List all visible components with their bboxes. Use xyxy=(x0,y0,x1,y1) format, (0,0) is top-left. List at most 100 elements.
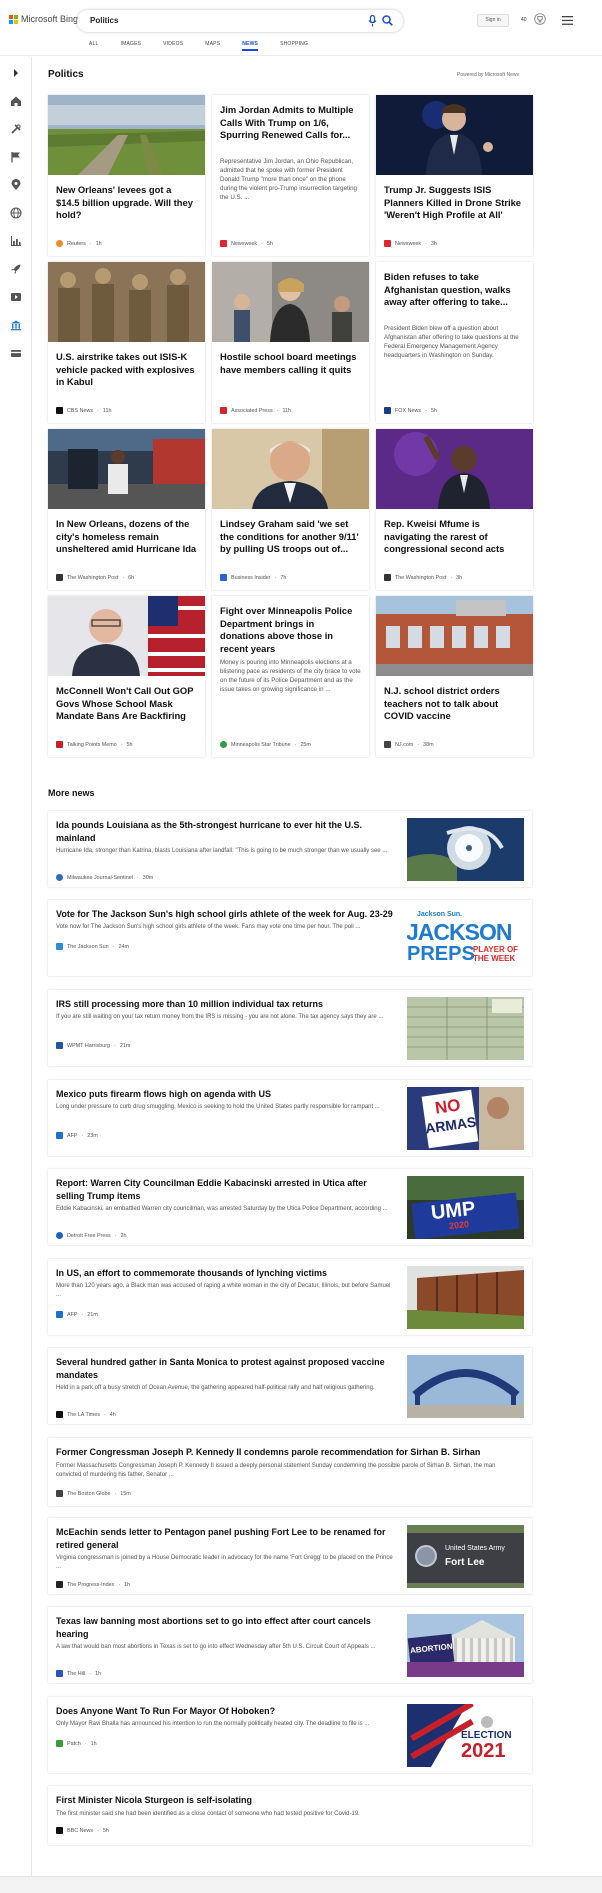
card-title[interactable]: Fight over Minneapolis Police Department… xyxy=(220,605,361,655)
item-title[interactable]: First Minister Nicola Sturgeon is self-i… xyxy=(56,1794,516,1807)
news-card[interactable]: New Orleans' levees got a $14.5 billion … xyxy=(48,95,205,256)
news-card[interactable]: Lindsey Graham said 'we set the conditio… xyxy=(212,429,369,590)
globe-icon[interactable] xyxy=(10,207,22,219)
item-title[interactable]: Former Congressman Joseph P. Kennedy II … xyxy=(56,1446,516,1459)
item-description: Held in a park off a busy stretch of Oce… xyxy=(56,1385,375,1391)
search-box[interactable]: Politics xyxy=(77,10,403,32)
card-title[interactable]: Lindsey Graham said 'we set the conditio… xyxy=(220,518,361,556)
microphone-icon[interactable] xyxy=(368,15,377,27)
news-card[interactable]: In New Orleans, dozens of the city's hom… xyxy=(48,429,205,590)
menu-icon[interactable] xyxy=(562,16,573,25)
card-source[interactable]: Minneapolis Star Tribune · 25m xyxy=(220,741,311,748)
news-card[interactable]: Jim Jordan Admits to Multiple Calls With… xyxy=(212,95,369,256)
tab-images[interactable]: IMAGES xyxy=(121,41,142,54)
news-card[interactable]: U.S. airstrike takes out ISIS-K vehicle … xyxy=(48,262,205,423)
memorial-image xyxy=(407,1266,524,1329)
item-title[interactable]: Texas law banning most abortions set to … xyxy=(56,1615,396,1641)
news-card[interactable]: Rep. Kweisi Mfume is navigating the rare… xyxy=(376,429,533,590)
location-icon[interactable] xyxy=(10,179,22,191)
tab-shopping[interactable]: SHOPPING xyxy=(280,41,308,54)
card-title[interactable]: In New Orleans, dozens of the city's hom… xyxy=(56,518,197,556)
item-title[interactable]: Vote for The Jackson Sun's high school g… xyxy=(56,908,396,921)
tab-videos[interactable]: VIDEOS xyxy=(163,41,183,54)
card-source[interactable]: The Washington Post · 6h xyxy=(56,574,134,581)
card-source[interactable]: Associated Press · 11h xyxy=(220,407,291,414)
card-source[interactable]: NJ.com · 38m xyxy=(384,741,434,748)
news-list-item[interactable]: IRS still processing more than 10 millio… xyxy=(48,990,532,1066)
item-source[interactable]: The Jackson Sun · 24m xyxy=(56,943,129,950)
card-source[interactable]: Reuters · 1h xyxy=(56,240,102,247)
news-list-item[interactable]: Former Congressman Joseph P. Kennedy II … xyxy=(48,1438,532,1506)
flag-icon[interactable] xyxy=(10,151,22,163)
item-source[interactable]: The Progress-Index · 1h xyxy=(56,1581,130,1588)
card-source[interactable]: CBS News · 11h xyxy=(56,407,111,414)
item-title[interactable]: Several hundred gather in Santa Monica t… xyxy=(56,1356,396,1382)
tab-all[interactable]: ALL xyxy=(89,41,99,54)
card-title[interactable]: N.J. school district orders teachers not… xyxy=(384,685,525,723)
news-list-item[interactable]: Mexico puts firearm flows high on agenda… xyxy=(48,1080,532,1156)
item-title[interactable]: In US, an effort to commemorate thousand… xyxy=(56,1267,396,1280)
news-list-item[interactable]: In US, an effort to commemorate thousand… xyxy=(48,1259,532,1335)
bing-logo[interactable]: Microsoft Bing xyxy=(9,14,78,24)
news-list-item[interactable]: McEachin sends letter to Pentagon panel … xyxy=(48,1518,532,1594)
news-list-item[interactable]: Does Anyone Want To Run For Mayor Of Hob… xyxy=(48,1697,532,1773)
search-icon[interactable] xyxy=(382,15,393,26)
card-source[interactable]: Newsweek · 5h xyxy=(220,240,273,247)
card-source[interactable]: Talking Points Memo · 5h xyxy=(56,741,133,748)
item-source[interactable]: AFP · 21m xyxy=(56,1311,98,1318)
news-list-item[interactable]: Ida pounds Louisiana as the 5th-stronges… xyxy=(48,811,532,887)
card-source[interactable]: The Washington Post · 3h xyxy=(384,574,462,581)
item-title[interactable]: Mexico puts firearm flows high on agenda… xyxy=(56,1088,396,1101)
news-card[interactable]: Hostile school board meetings have membe… xyxy=(212,262,369,423)
card-source[interactable]: Business Insider · 7h xyxy=(220,574,286,581)
item-source[interactable]: Milwaukee Journal-Sentinel · 30m xyxy=(56,874,153,881)
item-source[interactable]: WPMT Harrisburg · 21m xyxy=(56,1042,130,1049)
chevron-right-icon[interactable] xyxy=(10,67,22,79)
card-title[interactable]: Trump Jr. Suggests ISIS Planners Killed … xyxy=(384,184,525,222)
rewards-points[interactable]: 40 xyxy=(521,17,527,23)
tab-maps[interactable]: MAPS xyxy=(205,41,220,54)
news-card[interactable]: Trump Jr. Suggests ISIS Planners Killed … xyxy=(376,95,533,256)
card-title[interactable]: New Orleans' levees got a $14.5 billion … xyxy=(56,184,197,222)
news-list-item[interactable]: Several hundred gather in Santa Monica t… xyxy=(48,1348,532,1424)
wallet-icon[interactable] xyxy=(10,347,22,359)
rocket-icon[interactable] xyxy=(10,263,22,275)
tools-icon[interactable] xyxy=(10,123,22,135)
sign-in-button[interactable]: Sign in xyxy=(477,14,509,27)
film-icon[interactable] xyxy=(10,291,22,303)
item-title[interactable]: Ida pounds Louisiana as the 5th-stronges… xyxy=(56,819,396,845)
card-source[interactable]: Newsweek · 3h xyxy=(384,240,437,247)
card-title[interactable]: Rep. Kweisi Mfume is navigating the rare… xyxy=(384,518,525,556)
bank-icon[interactable] xyxy=(10,319,22,331)
rewards-trophy-icon[interactable] xyxy=(534,13,546,25)
item-source[interactable]: The Boston Globe · 15m xyxy=(56,1490,131,1497)
news-list-item[interactable]: First Minister Nicola Sturgeon is self-i… xyxy=(48,1786,532,1845)
news-list-item[interactable]: Vote for The Jackson Sun's high school g… xyxy=(48,900,532,976)
item-source[interactable]: BBC News · 5h xyxy=(56,1827,109,1834)
search-query[interactable]: Politics xyxy=(90,16,118,25)
news-card[interactable]: Biden refuses to take Afghanistan questi… xyxy=(376,262,533,423)
item-source[interactable]: The Hill · 1h xyxy=(56,1670,101,1677)
card-title[interactable]: Hostile school board meetings have membe… xyxy=(220,351,361,376)
chart-icon[interactable] xyxy=(10,235,22,247)
card-title[interactable]: U.S. airstrike takes out ISIS-K vehicle … xyxy=(56,351,197,389)
item-title[interactable]: Report: Warren City Councilman Eddie Kab… xyxy=(56,1177,396,1203)
card-title[interactable]: McConnell Won't Call Out GOP Govs Whose … xyxy=(56,685,197,723)
home-icon[interactable] xyxy=(10,95,22,107)
news-list-item[interactable]: Report: Warren City Councilman Eddie Kab… xyxy=(48,1169,532,1245)
card-title[interactable]: Biden refuses to take Afghanistan questi… xyxy=(384,271,525,309)
card-title[interactable]: Jim Jordan Admits to Multiple Calls With… xyxy=(220,104,361,142)
news-list-item[interactable]: Texas law banning most abortions set to … xyxy=(48,1607,532,1683)
item-source[interactable]: Detroit Free Press · 2h xyxy=(56,1232,127,1239)
item-title[interactable]: McEachin sends letter to Pentagon panel … xyxy=(56,1526,396,1552)
news-card[interactable]: N.J. school district orders teachers not… xyxy=(376,596,533,757)
card-source[interactable]: FOX News · 5h xyxy=(384,407,437,414)
news-card[interactable]: Fight over Minneapolis Police Department… xyxy=(212,596,369,757)
item-source[interactable]: Patch · 1h xyxy=(56,1740,97,1747)
tab-news[interactable]: NEWS xyxy=(242,41,258,54)
item-title[interactable]: Does Anyone Want To Run For Mayor Of Hob… xyxy=(56,1705,396,1718)
news-card[interactable]: McConnell Won't Call Out GOP Govs Whose … xyxy=(48,596,205,757)
item-source[interactable]: The LA Times · 4h xyxy=(56,1411,116,1418)
item-title[interactable]: IRS still processing more than 10 millio… xyxy=(56,998,396,1011)
item-source[interactable]: AFP · 23m xyxy=(56,1132,98,1139)
